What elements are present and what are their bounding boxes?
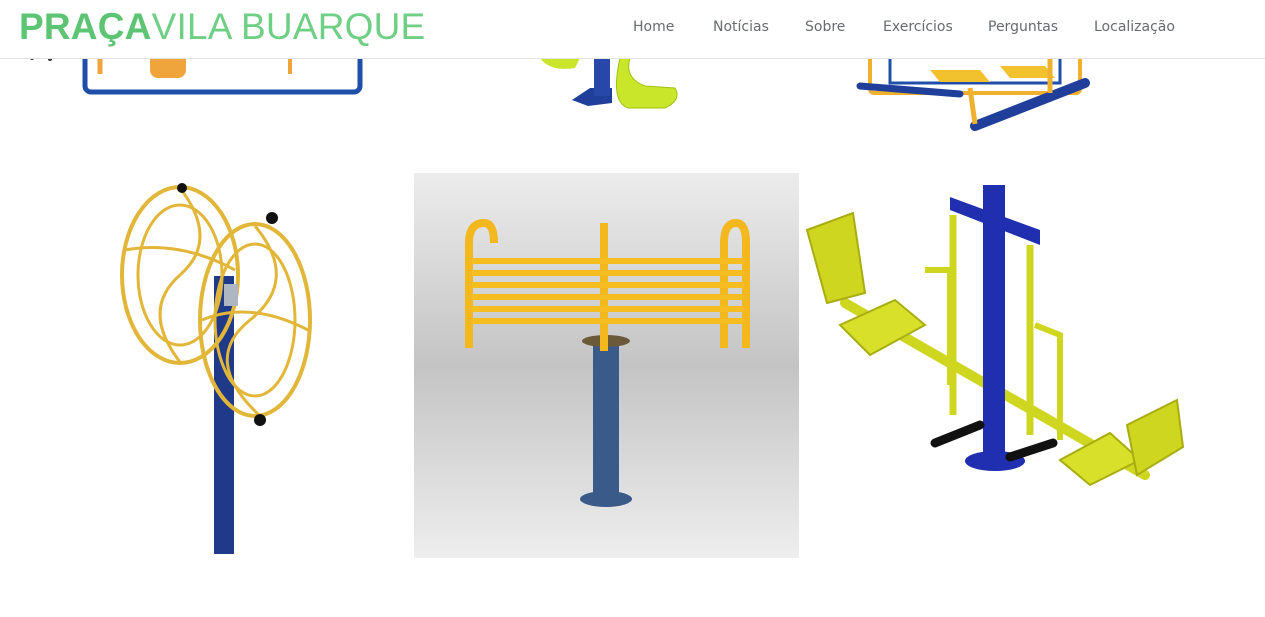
nav-localizacao-link[interactable]: Localização — [1094, 19, 1175, 35]
gallery-image-rotating-wheels[interactable] — [100, 180, 330, 554]
site-logo[interactable]: PRAÇAVILA BUARQUE — [19, 6, 425, 48]
nav-perguntas-link[interactable]: Perguntas — [988, 19, 1058, 35]
gallery-image-multi-station[interactable] — [850, 58, 1100, 140]
nav-exercicios-link[interactable]: Exercícios — [883, 19, 953, 35]
gallery-image-orange-seat[interactable] — [20, 58, 380, 108]
nav-sobre-link[interactable]: Sobre — [805, 19, 845, 35]
gallery-image-leg-press-seesaw[interactable] — [805, 185, 1185, 490]
gallery-image-back-stretcher[interactable] — [414, 173, 799, 558]
nav-noticias-link[interactable]: Notícias — [713, 19, 769, 35]
equipment-gallery — [0, 0, 1265, 617]
nav-home-link[interactable]: Home — [633, 19, 674, 35]
logo-bold-text: PRAÇA — [19, 6, 152, 47]
site-header: PRAÇAVILA BUARQUE Home Notícias Sobre Ex… — [0, 0, 1265, 59]
logo-light-text: VILA BUARQUE — [151, 6, 426, 47]
gallery-image-green-pedals[interactable] — [520, 58, 700, 113]
